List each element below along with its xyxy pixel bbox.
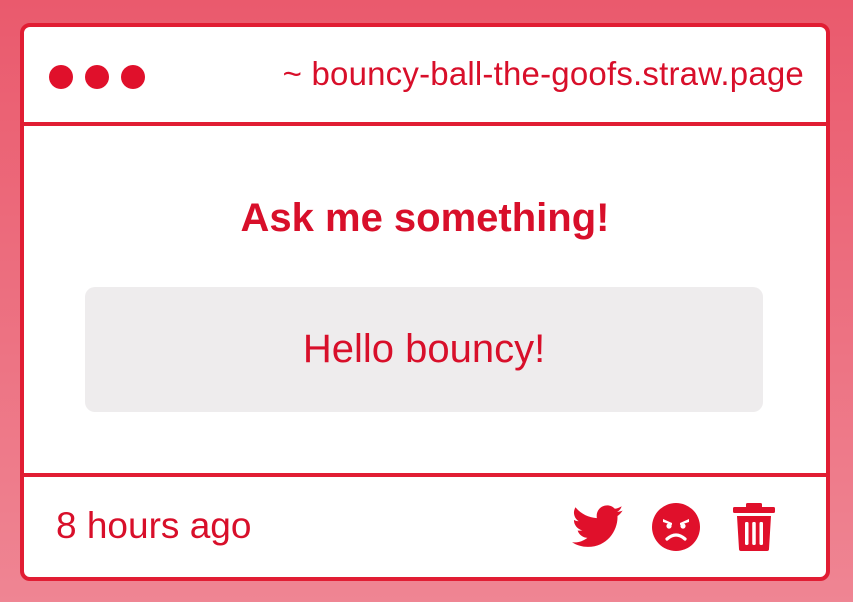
answer-box: Hello bouncy! — [85, 287, 763, 412]
window-dot-maximize[interactable] — [121, 65, 145, 89]
post-timestamp: 8 hours ago — [56, 505, 252, 546]
trash-icon — [733, 503, 775, 551]
post-card: ~ bouncy-ball-the-goofs.straw.page Ask m… — [20, 23, 830, 581]
post-footer: 8 hours ago — [24, 473, 826, 577]
post-content: Ask me something! Hello bouncy! — [24, 126, 826, 472]
angry-face-icon — [652, 503, 700, 551]
report-button[interactable] — [650, 501, 702, 553]
window-titlebar: ~ bouncy-ball-the-goofs.straw.page — [24, 27, 826, 126]
twitter-icon — [572, 505, 624, 547]
question-heading: Ask me something! — [240, 196, 610, 240]
window-dot-close[interactable] — [49, 65, 73, 89]
answer-text: Hello bouncy! — [302, 327, 546, 371]
page-url[interactable]: ~ bouncy-ball-the-goofs.straw.page — [283, 55, 804, 93]
delete-button[interactable] — [728, 501, 780, 553]
window-dot-minimize[interactable] — [85, 65, 109, 89]
window-controls — [49, 65, 145, 89]
post-actions — [572, 501, 780, 553]
share-twitter-button[interactable] — [572, 501, 624, 553]
